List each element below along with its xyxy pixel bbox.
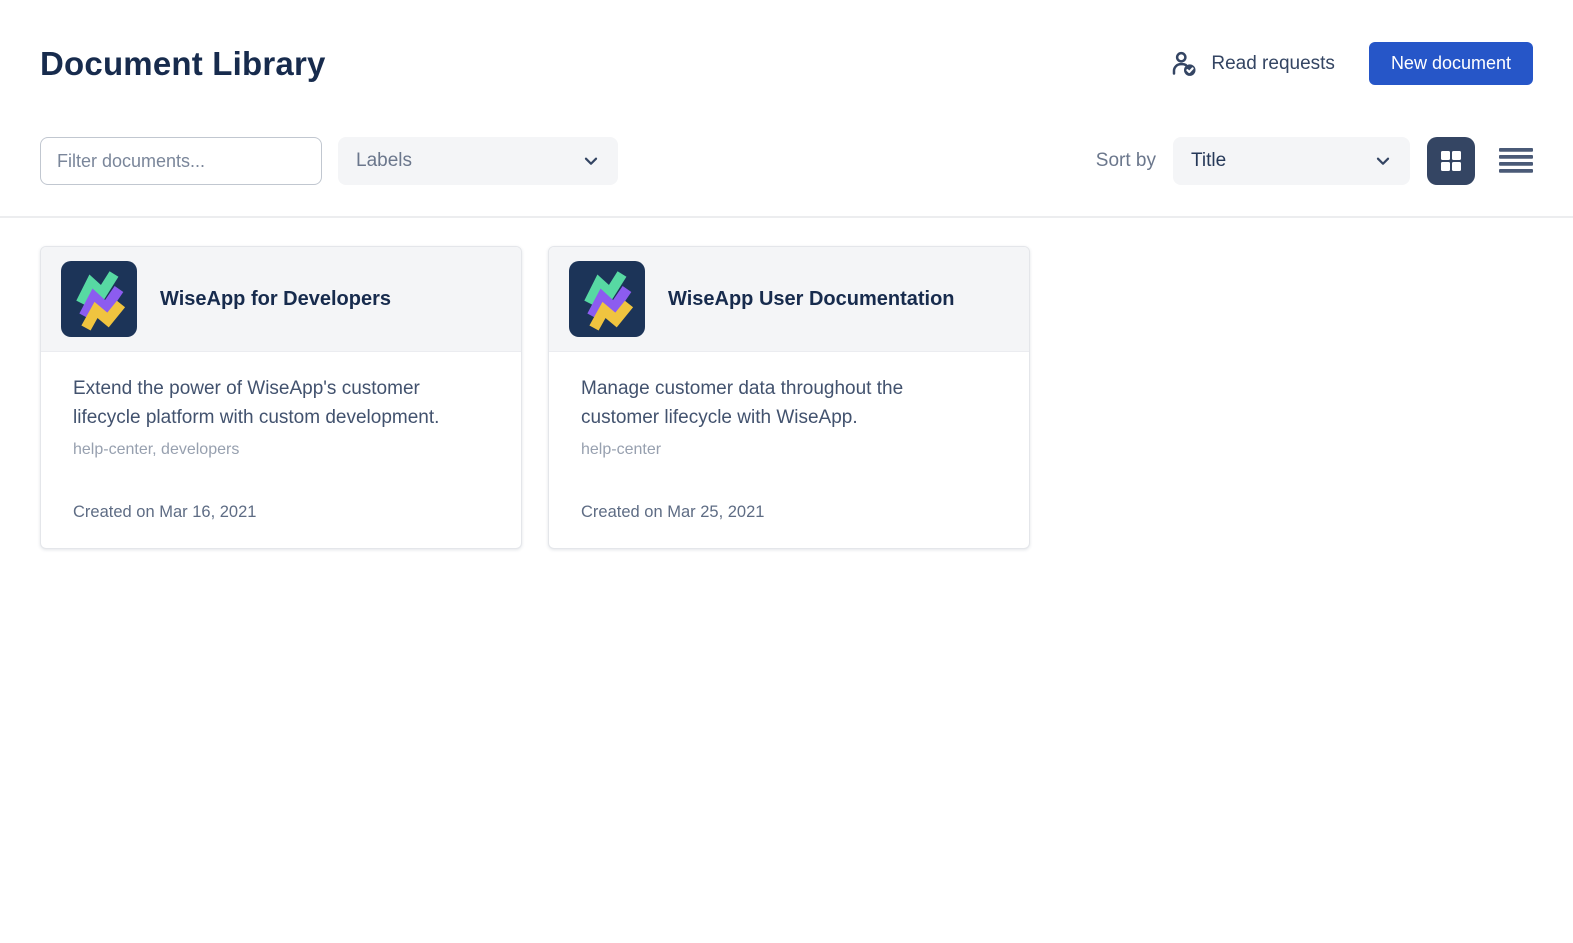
chevron-down-icon xyxy=(1372,150,1394,172)
topbar-actions: Read requests New document xyxy=(1169,42,1533,85)
document-created-date: Created on Mar 25, 2021 xyxy=(581,503,997,522)
grid-view-toggle[interactable] xyxy=(1427,137,1475,185)
document-title: WiseApp for Developers xyxy=(160,288,391,311)
document-created-date: Created on Mar 16, 2021 xyxy=(73,503,489,522)
grid-icon xyxy=(1438,148,1464,174)
new-document-button[interactable]: New document xyxy=(1369,42,1533,85)
read-requests-label: Read requests xyxy=(1211,53,1335,75)
list-view-toggle[interactable] xyxy=(1499,137,1533,185)
user-check-icon xyxy=(1169,49,1199,79)
filter-row: Labels Sort by Title xyxy=(40,137,1533,185)
sort-dropdown[interactable]: Title xyxy=(1173,137,1410,185)
document-grid: WiseApp for Developers Extend the power … xyxy=(40,218,1533,549)
sort-dropdown-value: Title xyxy=(1191,150,1226,172)
topbar: Document Library Read requests New docum… xyxy=(40,0,1533,85)
filter-documents-input[interactable] xyxy=(40,137,322,185)
sort-by-label: Sort by xyxy=(1096,150,1156,172)
document-labels: help-center, developers xyxy=(73,441,489,459)
read-requests-link[interactable]: Read requests xyxy=(1169,49,1335,79)
document-labels: help-center xyxy=(581,441,997,459)
document-card[interactable]: WiseApp for Developers Extend the power … xyxy=(40,246,522,549)
document-description: Manage customer data throughout the cust… xyxy=(581,374,986,432)
page-title: Document Library xyxy=(40,45,326,83)
card-body: Extend the power of WiseApp's customer l… xyxy=(41,352,521,548)
list-icon xyxy=(1499,147,1533,175)
card-header: WiseApp User Documentation xyxy=(549,247,1029,352)
labels-dropdown-value: Labels xyxy=(356,150,412,172)
wiseapp-logo-icon xyxy=(61,261,137,337)
labels-dropdown[interactable]: Labels xyxy=(338,137,618,185)
wiseapp-logo-icon xyxy=(569,261,645,337)
document-description: Extend the power of WiseApp's customer l… xyxy=(73,374,478,432)
document-card[interactable]: WiseApp User Documentation Manage custom… xyxy=(548,246,1030,549)
card-header: WiseApp for Developers xyxy=(41,247,521,352)
chevron-down-icon xyxy=(580,150,602,172)
document-title: WiseApp User Documentation xyxy=(668,288,955,311)
card-body: Manage customer data throughout the cust… xyxy=(549,352,1029,548)
